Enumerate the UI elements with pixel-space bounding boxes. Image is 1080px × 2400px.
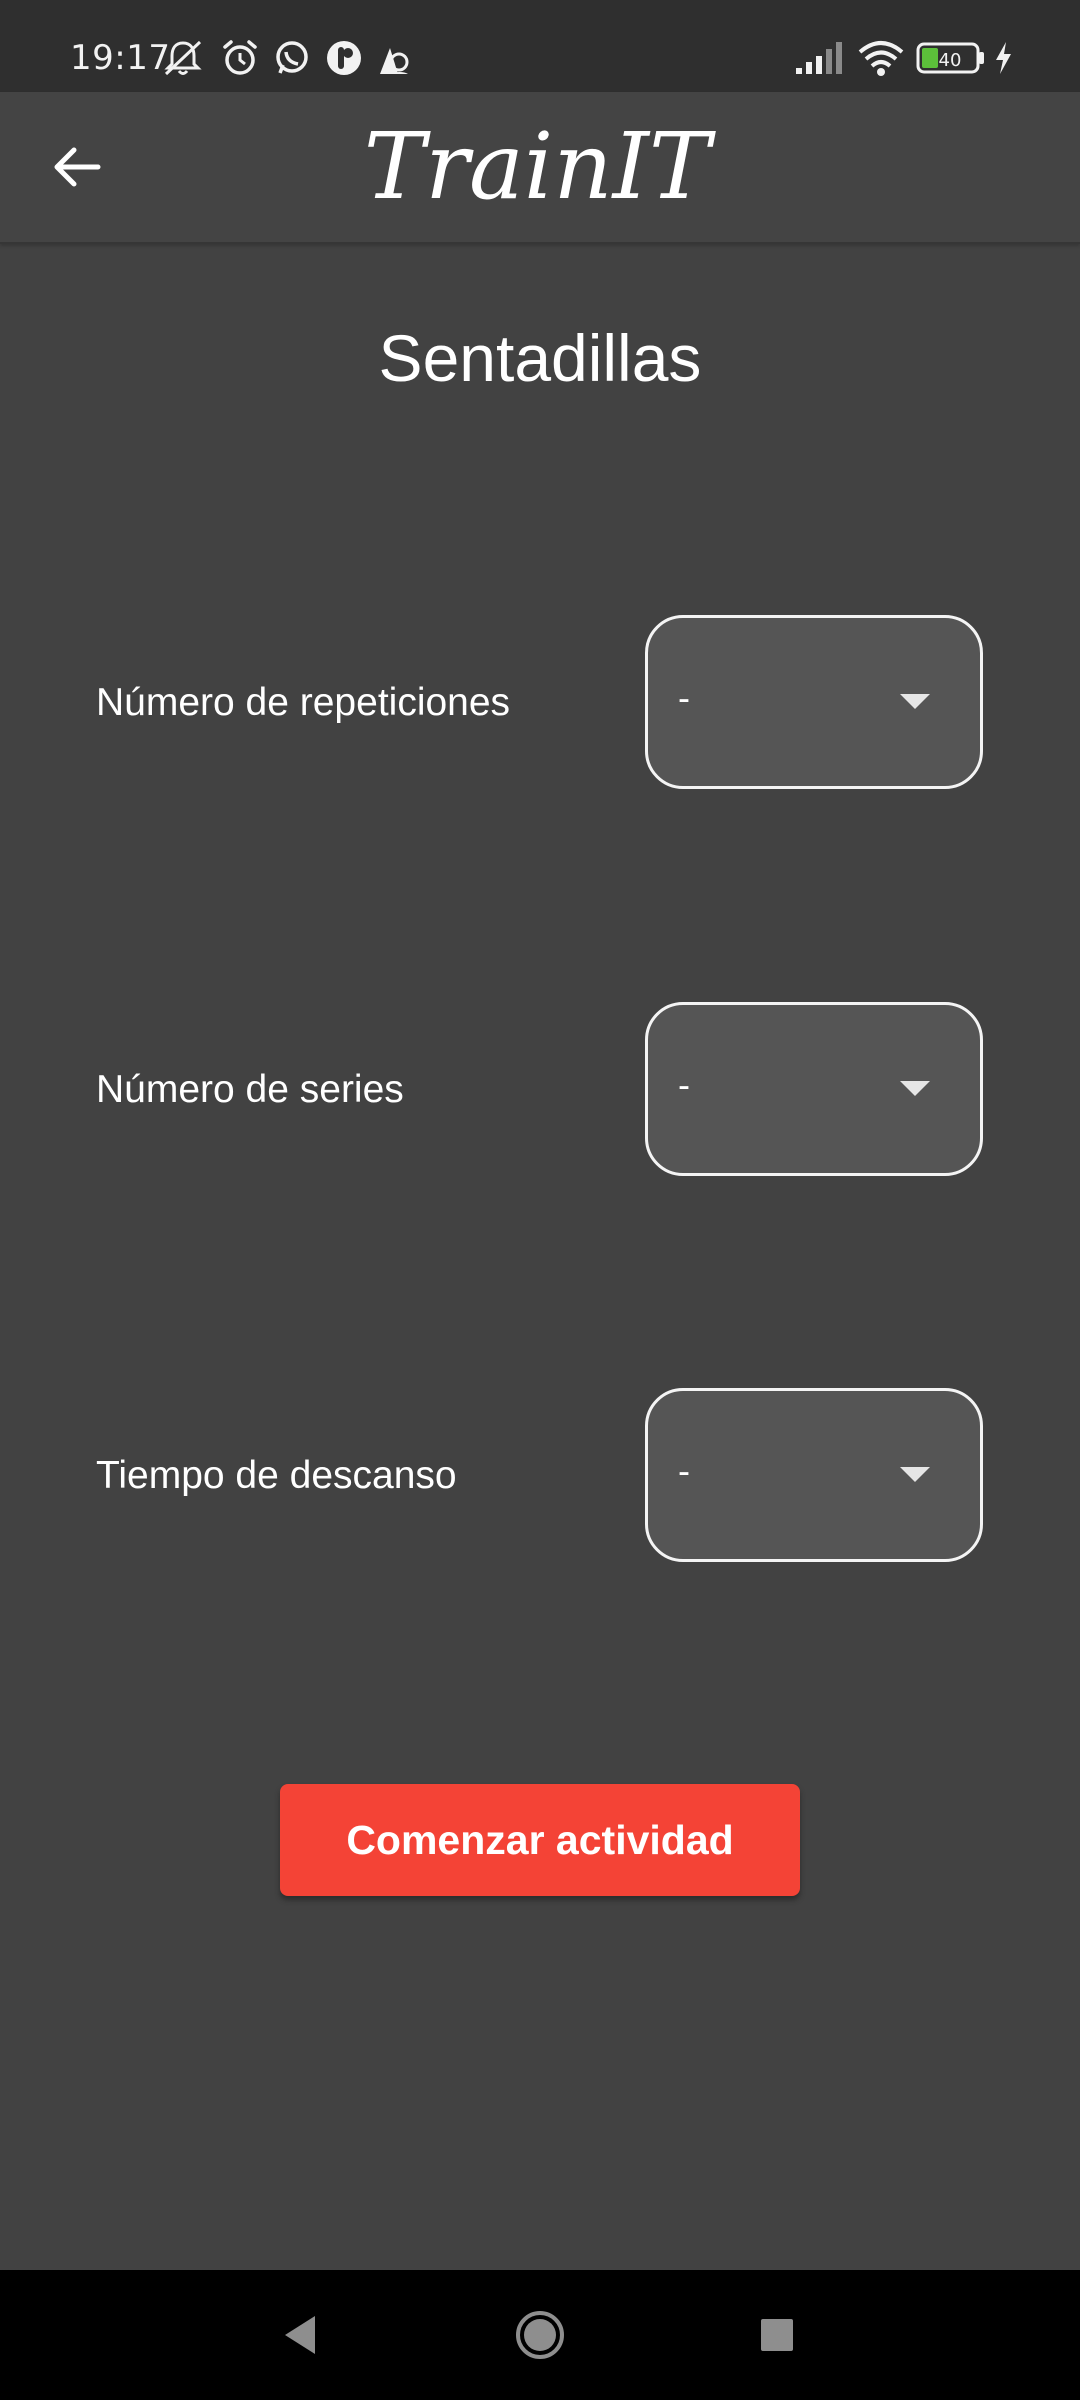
signal-icon: [796, 42, 842, 74]
whatsapp-icon: [276, 41, 308, 74]
page-title: Sentadillas: [378, 321, 702, 395]
chevron-down-icon: [900, 1081, 930, 1096]
location-icon: [380, 48, 409, 74]
app-title: TrainIT: [363, 113, 711, 220]
battery-level: 40: [939, 50, 962, 71]
chevron-down-icon: [900, 694, 930, 709]
wifi-icon: [858, 41, 904, 76]
series-label: Número de series: [96, 1068, 404, 1111]
navigation-bar: [0, 2270, 1080, 2400]
rest-time-dropdown[interactable]: -: [645, 1388, 983, 1562]
app-notification-icon: [327, 41, 361, 75]
charging-icon: [996, 42, 1011, 74]
status-bar: 19:17 40: [0, 0, 1080, 92]
status-time: 19:17: [70, 38, 171, 78]
repetitions-value: -: [678, 677, 690, 718]
chevron-down-icon: [900, 1467, 930, 1482]
rest-time-label: Tiempo de descanso: [96, 1454, 457, 1497]
series-dropdown[interactable]: -: [645, 1002, 983, 1176]
battery-icon: 40: [916, 42, 984, 74]
mute-icon: [164, 40, 202, 76]
back-triangle-icon[interactable]: [265, 2300, 335, 2370]
home-circle-icon[interactable]: [505, 2300, 575, 2370]
start-activity-button[interactable]: Comenzar actividad: [280, 1784, 800, 1896]
series-value: -: [678, 1064, 690, 1105]
app-bar: TrainIT: [0, 92, 1080, 244]
rest-time-value: -: [678, 1450, 690, 1491]
recents-square-icon[interactable]: [742, 2300, 812, 2370]
repetitions-label: Número de repeticiones: [96, 681, 511, 724]
repetitions-dropdown[interactable]: -: [645, 615, 983, 789]
alarm-icon: [223, 40, 257, 75]
